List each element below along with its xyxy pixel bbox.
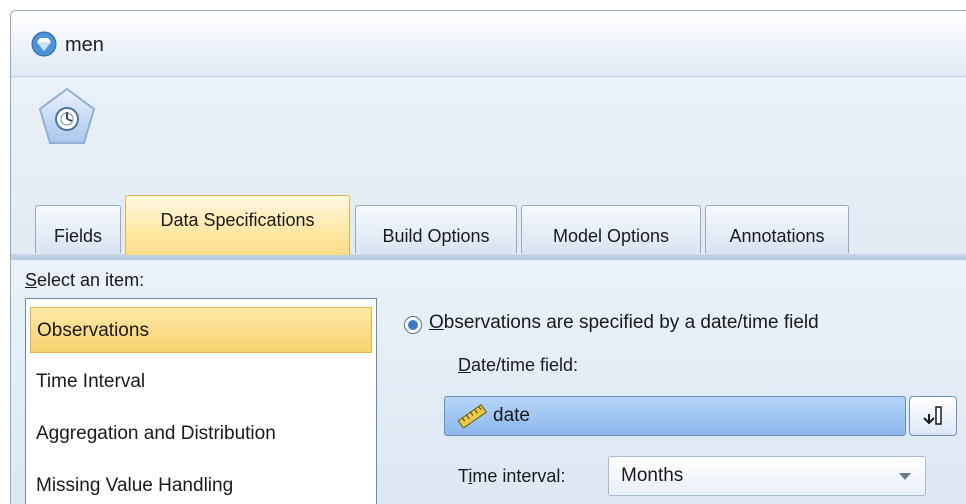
tab-data-specifications[interactable]: Data Specifications: [125, 195, 350, 255]
tab-model-options[interactable]: Model Options: [521, 205, 701, 253]
list-item-observations[interactable]: Observations: [30, 307, 372, 353]
list-item-missing-value-handling[interactable]: Missing Value Handling: [30, 463, 372, 504]
time-interval-dropdown[interactable]: Months: [608, 456, 926, 496]
tab-bar: Fields Data Specifications Build Options…: [35, 191, 965, 256]
time-interval-value: Months: [621, 465, 684, 486]
dialog-window: men Fields Data Specifications Build Opt…: [10, 10, 966, 504]
app-gem-icon: [31, 31, 57, 57]
list-item-time-interval[interactable]: Time Interval: [30, 359, 372, 405]
tab-content: Select an item: Observations Time Interv…: [11, 260, 966, 504]
datetime-field-input[interactable]: date: [444, 396, 906, 436]
title-bar: men: [11, 11, 966, 77]
observations-by-datetime-label: Observations are specified by a date/tim…: [429, 312, 819, 333]
tab-build-options[interactable]: Build Options: [355, 205, 517, 253]
tab-annotations[interactable]: Annotations: [705, 205, 849, 253]
field-picker-icon: [923, 406, 942, 425]
ruler-icon: [457, 404, 487, 428]
tab-fields[interactable]: Fields: [35, 205, 121, 253]
chevron-down-icon: [899, 473, 911, 480]
select-item-label: Select an item:: [25, 270, 145, 290]
item-list[interactable]: Observations Time Interval Aggregation a…: [25, 298, 377, 504]
time-series-node-icon: [38, 87, 96, 144]
time-interval-label: Time interval:: [458, 466, 566, 486]
window-title: men: [65, 34, 104, 56]
observations-by-datetime-radio[interactable]: [404, 316, 422, 334]
datetime-field-value: date: [493, 405, 530, 426]
field-picker-button[interactable]: [909, 396, 957, 436]
datetime-field-label: Date/time field:: [458, 355, 579, 375]
list-item-aggregation-distribution[interactable]: Aggregation and Distribution: [30, 411, 372, 457]
